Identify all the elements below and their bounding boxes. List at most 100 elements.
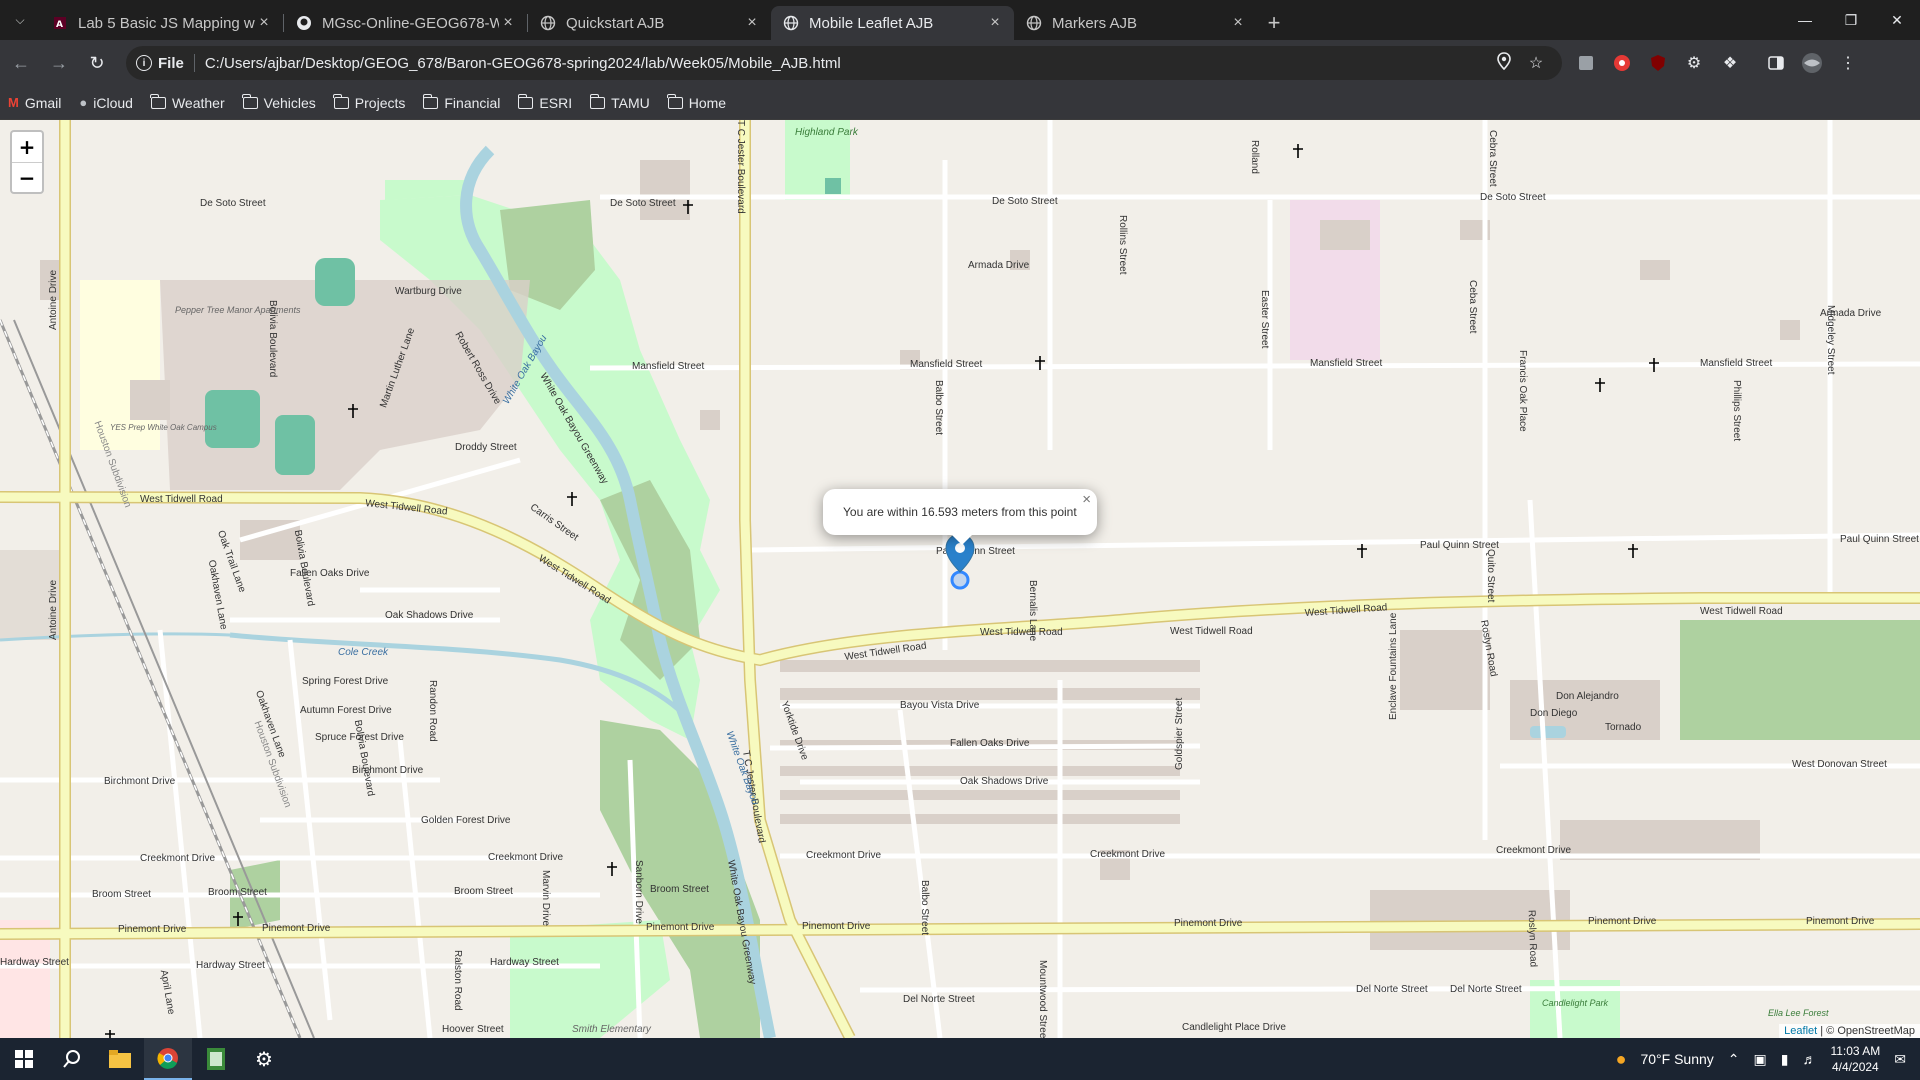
bookmark-financial[interactable]: Financial [422,93,501,111]
minimize-icon[interactable]: — [1782,0,1828,40]
label-bernalis: Bernalis Lane [1027,580,1038,642]
label-del-norte: Del Norte Street [1450,984,1522,995]
bookmark-gmail[interactable]: M Gmail [8,95,61,111]
bookmark-label: Financial [444,94,501,111]
clock-time: 11:03 AM [1830,1044,1881,1058]
label-pinemont: Pinemont Drive [1588,916,1657,927]
label-rolland: Rolland [1249,140,1260,174]
search-icon[interactable] [48,1038,96,1080]
osm-attribution[interactable]: | © OpenStreetMap [1820,1025,1915,1037]
tab-search-chevron-icon[interactable]: ⌵ [0,0,40,40]
label-mansfield: Mansfield Street [1700,358,1772,369]
leaflet-map[interactable]: De Soto Street De Soto Street De Soto St… [0,120,1920,1038]
bookmarks-bar: M Gmail ● iCloud Weather Vehicles Projects… [0,86,1920,120]
bookmark-icloud[interactable]: ● iCloud [79,95,133,111]
map-tiles[interactable]: De Soto Street De Soto Street De Soto St… [0,120,1920,1038]
tab-close-icon[interactable]: × [743,14,761,32]
tab-title: MGsc-Online-GEOG678-W [322,14,499,32]
tab-close-icon[interactable]: × [1229,14,1247,32]
reload-icon[interactable]: ↻ [80,46,114,80]
label-cole-creek: Cole Creek [338,647,389,658]
label-golden-forest: Golden Forest Drive [421,815,511,826]
map-attribution: Leaflet | © OpenStreetMap [1779,1024,1920,1038]
notepad-icon[interactable] [192,1038,240,1080]
tab-close-icon[interactable]: × [255,14,273,32]
popup-tip [951,534,973,545]
bookmark-home[interactable]: Home [667,93,726,111]
label-creekmont: Creekmont Drive [140,853,215,864]
bookmark-label: TAMU [611,94,650,111]
window-controls: — ❐ ✕ [1782,0,1920,40]
label-droddy: Droddy Street [455,442,517,453]
chrome-icon[interactable] [144,1038,192,1080]
bookmark-projects[interactable]: Projects [333,93,405,111]
back-arrow-icon[interactable]: ← [4,46,38,80]
address-bar[interactable]: i File C:/Users/ajbar/Desktop/GEOG_678/B… [126,46,1562,80]
tab-github[interactable]: MGsc-Online-GEOG678-W × [284,6,527,40]
popup-close-button[interactable]: × [1082,491,1091,508]
label-wartburg: Wartburg Drive [395,286,462,297]
zoom-in-button[interactable]: + [12,132,42,162]
weather-icon[interactable]: ● [1616,1049,1627,1070]
bookmark-esri[interactable]: ESRI [517,93,573,111]
label-yes-prep: YES Prep White Oak Campus [110,423,217,432]
bookmark-weather[interactable]: Weather [150,93,225,111]
extension-square-icon[interactable] [1568,46,1604,80]
file-explorer-icon[interactable] [96,1038,144,1080]
clock[interactable]: 11:03 AM 4/4/2024 [1830,1043,1880,1075]
browser-menu-icon[interactable]: ⋮ [1830,46,1866,80]
label-carris: Carris Street [528,502,580,543]
label-del-norte: Del Norte Street [903,994,975,1005]
leaflet-link[interactable]: Leaflet [1784,1025,1817,1037]
ublock-icon[interactable] [1640,46,1676,80]
zoom-control: + − [10,130,44,194]
volume-icon[interactable]: ♬ [1802,1051,1816,1067]
tab-lab5[interactable]: A Lab 5 Basic JS Mapping wi × [40,6,283,40]
label-broom: Broom Street [650,884,709,895]
side-panel-icon[interactable] [1758,46,1794,80]
label-oak-shadows: Oak Shadows Drive [960,776,1049,787]
label-bolivia: Bolivia Boulevard [267,300,278,377]
info-icon[interactable]: i [136,55,152,71]
label-creekmont: Creekmont Drive [488,852,563,863]
battery-icon[interactable]: ▮ [1781,1051,1789,1068]
system-tray: ● 70°F Sunny ⌃ ▣ ▮ ♬ 11:03 AM 4/4/2024 ✉ [1616,1038,1920,1080]
label-west-tidwell: West Tidwell Road [140,494,223,505]
bookmark-tamu[interactable]: TAMU [589,93,650,111]
profile-avatar-icon[interactable] [1794,46,1830,80]
label-hardway: Hardway Street [196,960,265,971]
bookmark-label: ESRI [539,94,573,111]
extension-red-icon[interactable] [1604,46,1640,80]
weather-text[interactable]: 70°F Sunny [1640,1051,1713,1067]
restore-icon[interactable]: ❐ [1828,0,1874,40]
tab-markers[interactable]: Markers AJB × [1014,6,1257,40]
label-armada: Armada Drive [968,260,1030,271]
bookmark-star-icon[interactable]: ☆ [1520,53,1552,73]
label-hardway: Hardway Street [0,957,69,968]
label-phillips: Phillips Street [1731,380,1742,441]
settings-icon[interactable]: ⚙ [240,1038,288,1080]
notification-icon[interactable]: ✉ [1894,1051,1906,1068]
tab-close-icon[interactable]: × [986,14,1004,32]
gear-extension-icon[interactable]: ⚙ [1676,46,1712,80]
chevron-up-icon[interactable]: ⌃ [1728,1051,1740,1068]
zoom-out-button[interactable]: − [12,162,42,192]
close-window-icon[interactable]: ✕ [1874,0,1920,40]
bookmark-vehicles[interactable]: Vehicles [242,93,316,111]
url-text[interactable]: C:/Users/ajbar/Desktop/GEOG_678/Baron-GE… [205,55,1488,72]
extensions-puzzle-icon[interactable]: ❖ [1712,46,1748,80]
tab-mobile-leaflet[interactable]: Mobile Leaflet AJB × [771,6,1014,40]
forward-arrow-icon[interactable]: → [42,46,76,80]
network-icon[interactable]: ▣ [1754,1051,1767,1068]
tab-close-icon[interactable]: × [499,14,517,32]
new-tab-button[interactable]: + [1257,6,1291,40]
label-de-soto: De Soto Street [610,198,676,209]
label-west-tidwell: West Tidwell Road [536,553,612,606]
label-creekmont: Creekmont Drive [1090,849,1165,860]
windows-start-icon[interactable] [0,1038,48,1080]
label-west-tidwell: West Tidwell Road [1700,606,1783,617]
location-pin-icon[interactable] [1488,51,1520,75]
label-mansfield: Mansfield Street [1310,358,1382,369]
tab-quickstart[interactable]: Quickstart AJB × [528,6,771,40]
label-oakhaven: Oakhaven Lane [206,559,229,631]
